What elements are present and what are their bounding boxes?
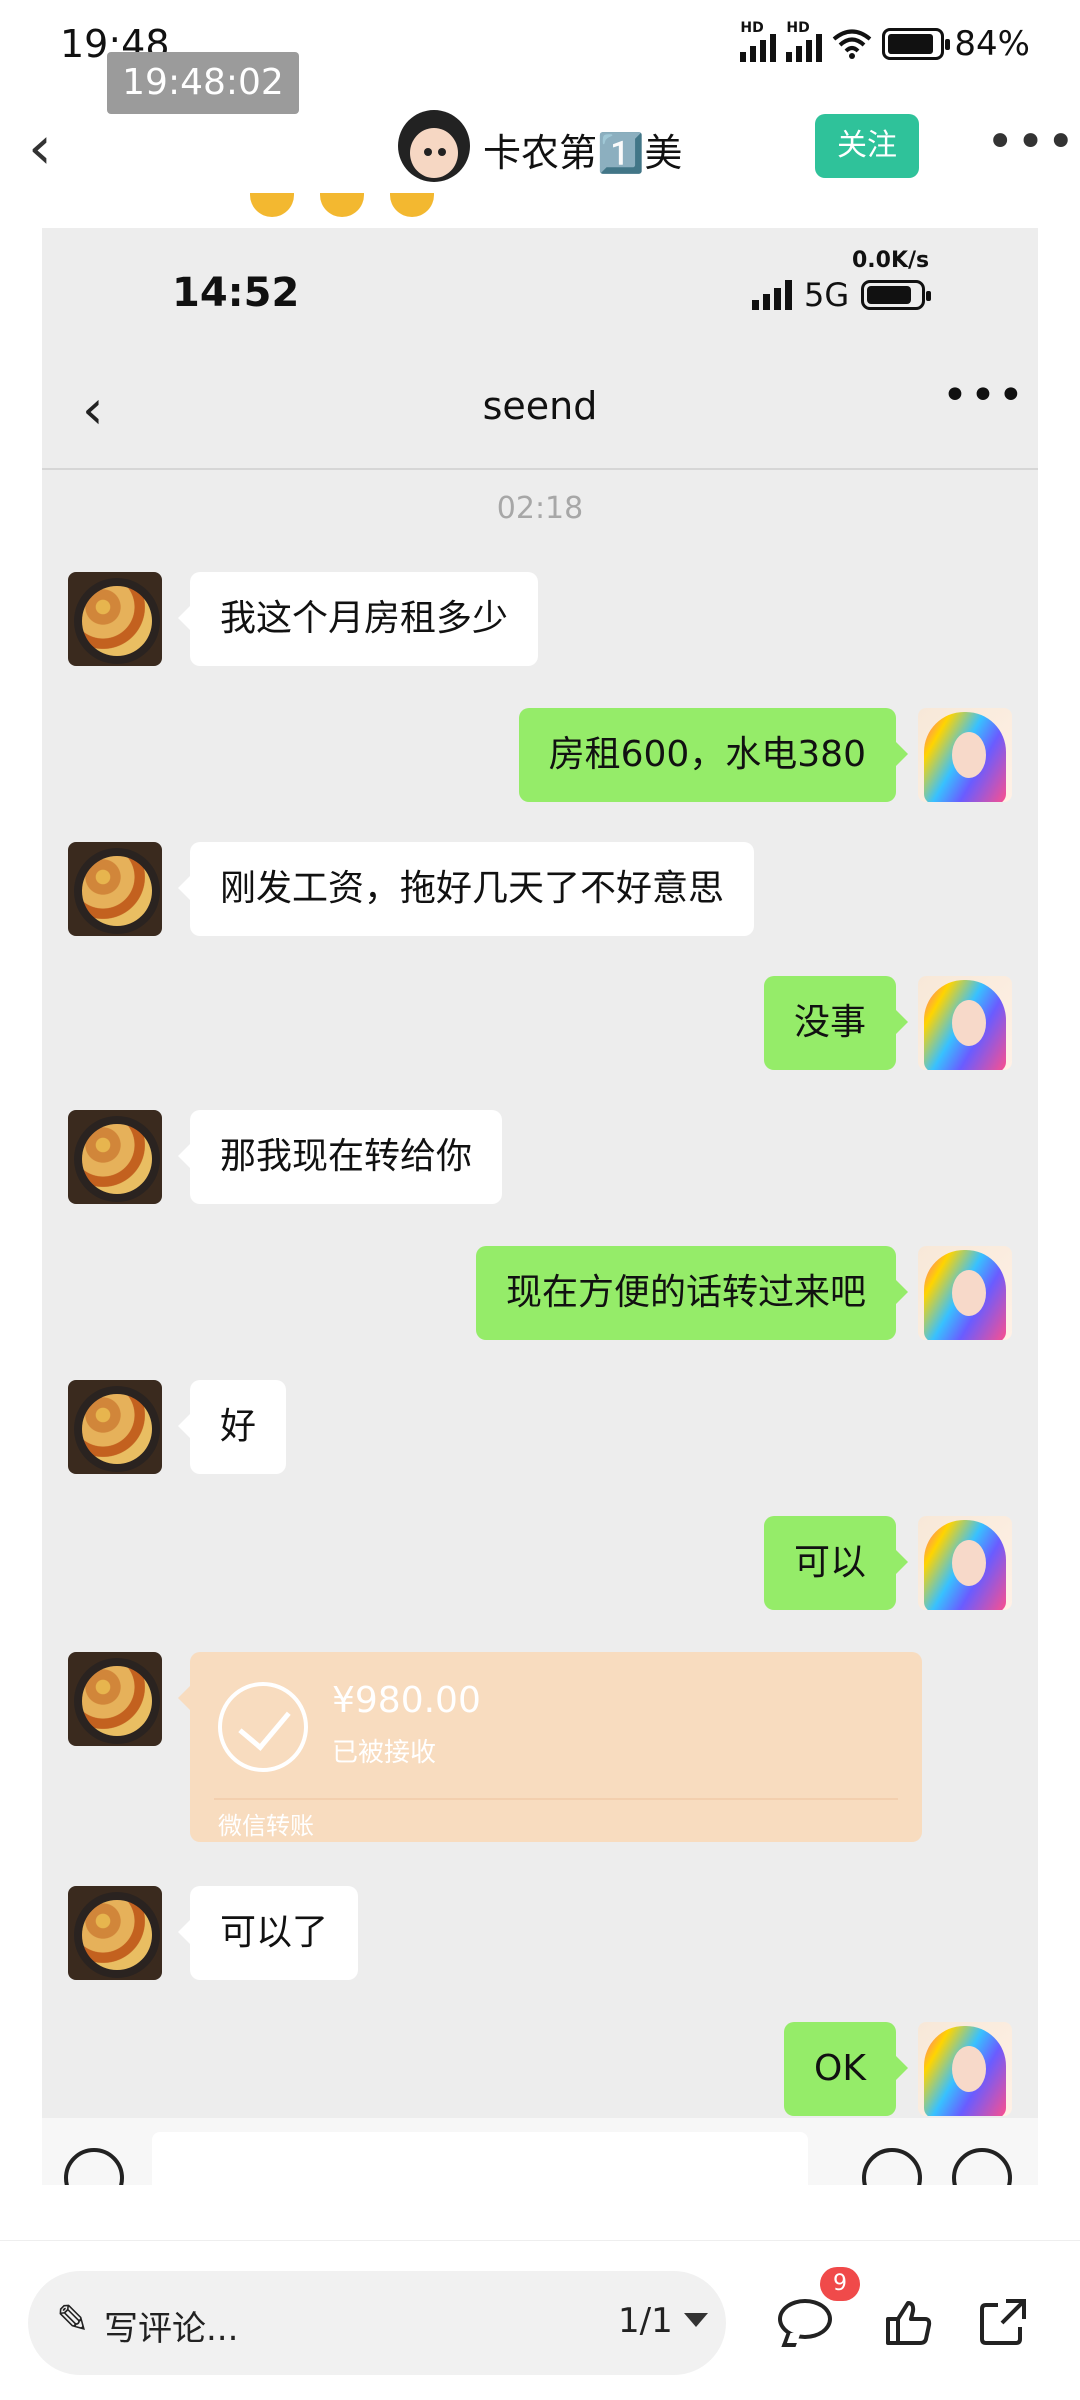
chat-timestamp: 02:18 <box>496 491 584 526</box>
sender-avatar <box>68 842 162 936</box>
chat-screenshot-image[interactable]: 14:52 0.0K/s 5G ‹ seend ••• 02:18 我这个月房租… <box>42 228 1038 2185</box>
wifi-icon <box>833 29 872 59</box>
inner-status-time: 14:52 <box>172 270 300 316</box>
follow-button[interactable]: 关注 <box>815 114 919 178</box>
message-bubble-left: 我这个月房租多少 <box>177 572 539 666</box>
voice-icon <box>64 2148 124 2185</box>
bottom-comment-bar: ✎ 写评论... 1/1 9 <box>0 2240 1080 2400</box>
self-avatar <box>918 1516 1012 1610</box>
self-avatar <box>918 976 1012 1070</box>
emoji-icon <box>862 2148 922 2185</box>
battery-percent: 84% <box>954 24 1030 64</box>
comment-count-badge: 9 <box>820 2267 860 2301</box>
status-bar: 19:48 19:48:02 HD HD 84% <box>0 0 1080 114</box>
author-avatar[interactable] <box>398 110 470 182</box>
sender-avatar <box>68 572 162 666</box>
inner-battery-icon <box>861 280 932 310</box>
sender-avatar <box>68 1886 162 1980</box>
message-bubble-right: OK <box>784 2022 908 2116</box>
sender-avatar <box>68 1110 162 1204</box>
chat-more-icon: ••• <box>942 370 1026 421</box>
chat-title: seend <box>482 384 598 428</box>
message-bubble-left: 那我现在转给你 <box>177 1110 503 1204</box>
message-bubble-left: 可以了 <box>177 1886 359 1980</box>
message-bubble-right: 没事 <box>763 976 909 1070</box>
money-transfer-card: ¥980.00 已被接收 微信转账 <box>178 1652 922 1842</box>
transfer-status: 已被接收 <box>332 1738 437 1768</box>
battery-icon <box>882 28 951 60</box>
message-bubble-right: 可以 <box>763 1516 909 1610</box>
emoji-decoration <box>390 193 434 217</box>
inner-signal-icon <box>752 280 792 310</box>
message-bubble-left: 好 <box>177 1380 287 1474</box>
sender-avatar <box>68 1380 162 1474</box>
check-circle-icon <box>218 1682 308 1772</box>
chat-nav-bar: ‹ seend ••• <box>42 348 1038 470</box>
back-icon[interactable]: ‹ <box>28 118 52 178</box>
inner-status-bar: 14:52 0.0K/s 5G <box>42 228 1038 348</box>
emoji-decoration <box>250 193 294 217</box>
comment-input[interactable]: ✎ 写评论... 1/1 <box>28 2271 726 2375</box>
inner-network-speed: 0.0K/s <box>852 248 930 273</box>
cell-signal-icon: HD <box>740 20 777 62</box>
transfer-amount: ¥980.00 <box>332 1680 481 1721</box>
share-icon[interactable] <box>976 2295 1030 2349</box>
comment-placeholder: 写评论... <box>104 2309 239 2349</box>
like-icon[interactable] <box>882 2295 936 2349</box>
add-icon <box>952 2148 1012 2185</box>
chevron-down-icon[interactable] <box>684 2313 708 2327</box>
page-indicator[interactable]: 1/1 <box>618 2301 673 2341</box>
pencil-icon: ✎ <box>56 2297 90 2343</box>
author-name[interactable]: 卡农第1️⃣美 <box>483 122 682 177</box>
divider <box>214 1798 898 1800</box>
message-bubble-left: 刚发工资，拖好几天了不好意思 <box>177 842 755 936</box>
chat-input-bar <box>42 2118 1038 2185</box>
status-icons: HD HD 84% <box>740 20 1030 64</box>
sender-avatar <box>68 1652 162 1746</box>
self-avatar <box>918 2022 1012 2116</box>
comment-icon[interactable] <box>778 2295 832 2349</box>
cell-signal-icon-2: HD <box>786 20 823 62</box>
inner-status-icons: 5G <box>752 276 932 314</box>
self-avatar <box>918 708 1012 802</box>
emoji-decoration <box>320 193 364 217</box>
chat-input-field <box>152 2132 808 2185</box>
message-bubble-right: 现在方便的话转过来吧 <box>475 1246 909 1340</box>
post-header: ‹ 卡农第1️⃣美 关注 ••• <box>0 100 1080 200</box>
transfer-label: 微信转账 <box>218 1812 314 1840</box>
more-options-icon[interactable]: ••• <box>986 114 1077 170</box>
self-avatar <box>918 1246 1012 1340</box>
inner-network-type: 5G <box>804 276 850 314</box>
message-bubble-right: 房租600，水电380 <box>518 708 909 802</box>
